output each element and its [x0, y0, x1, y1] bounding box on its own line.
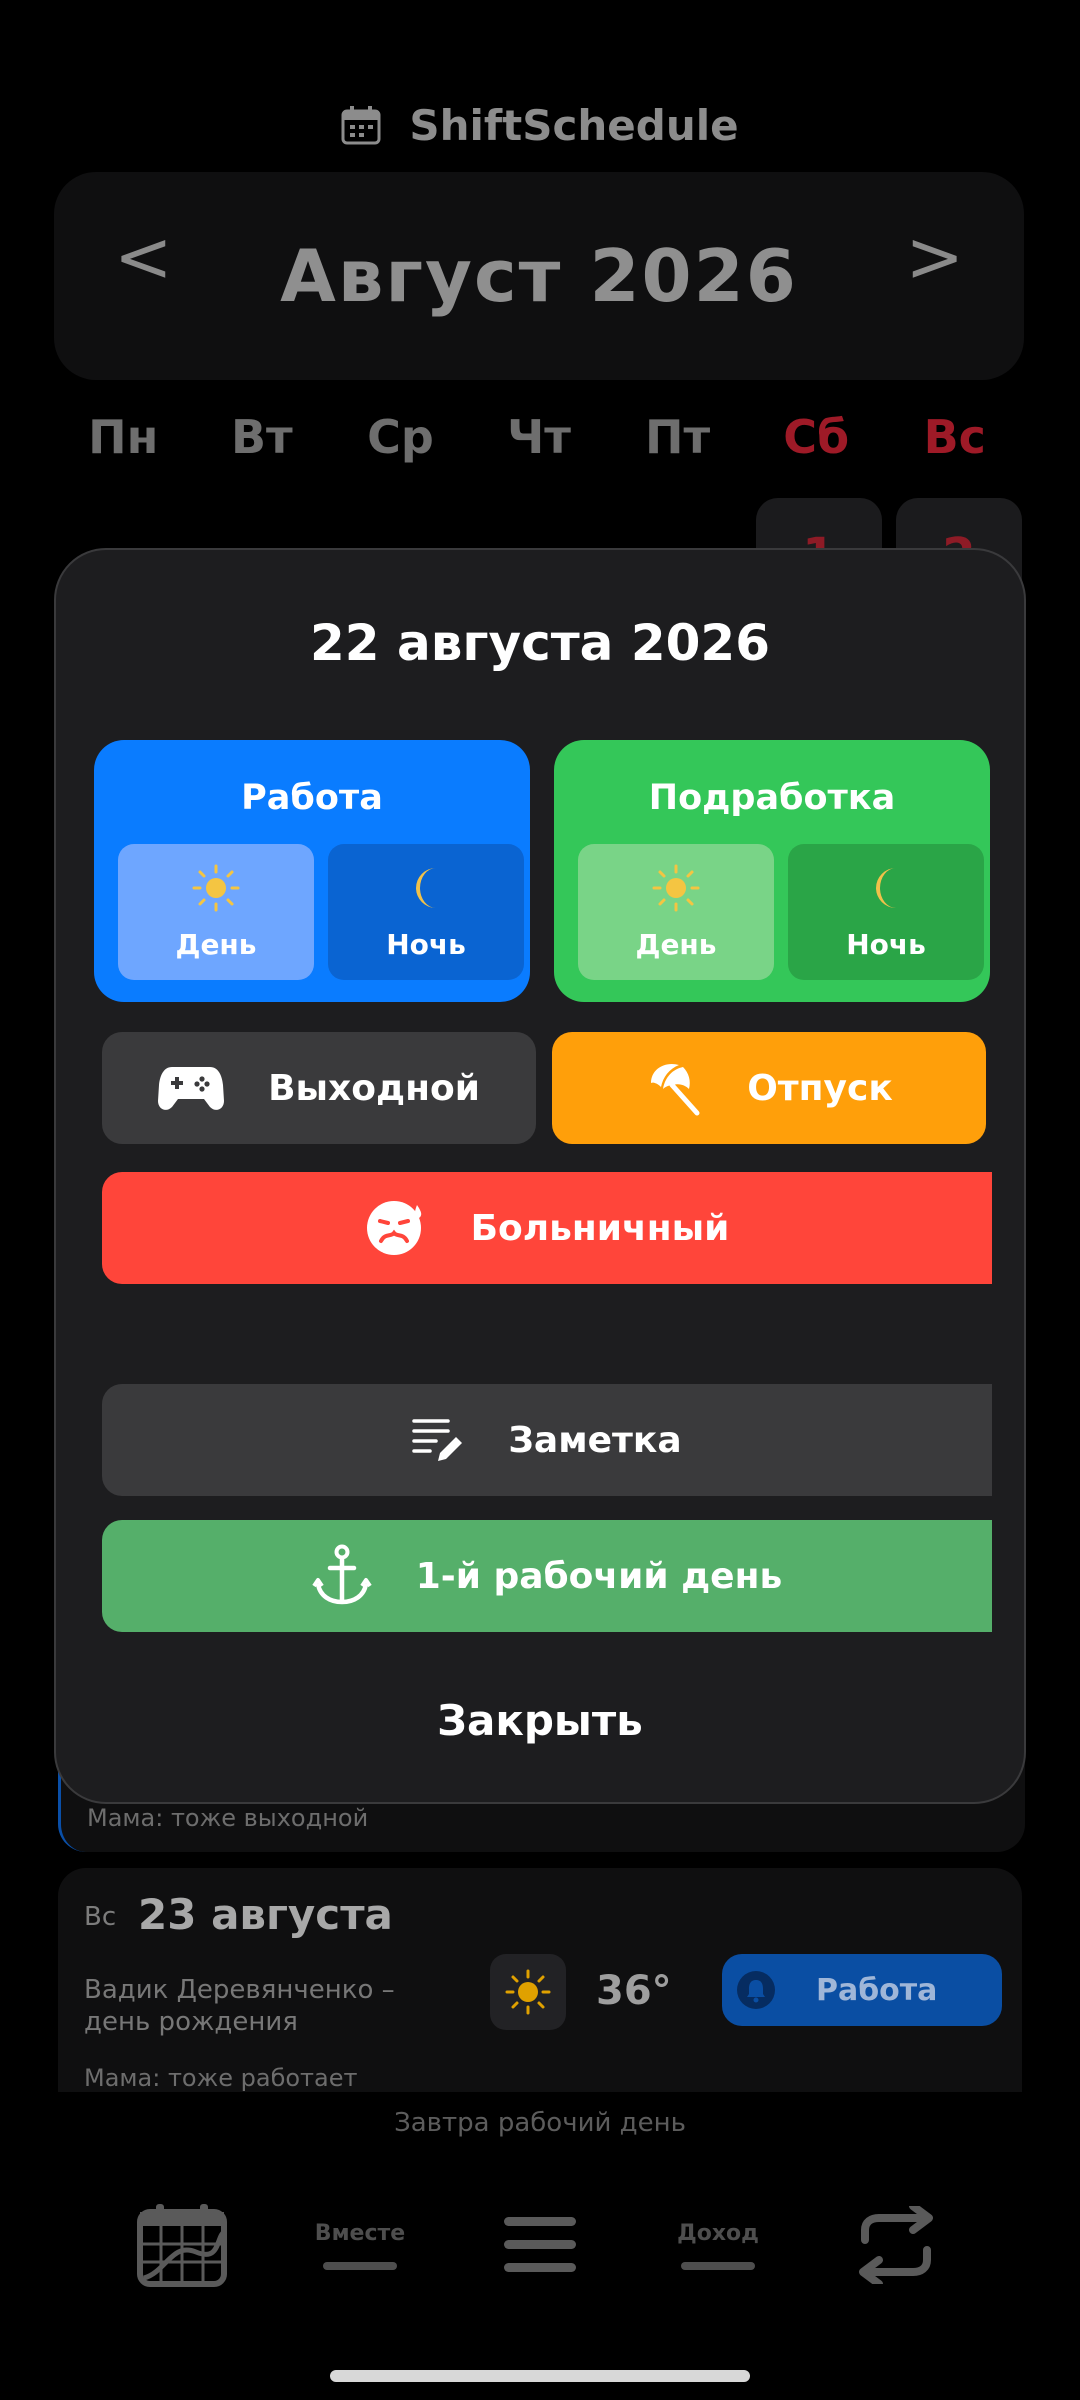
- moon-icon: [876, 868, 896, 908]
- sun-icon: [192, 864, 240, 912]
- vacation-button[interactable]: Отпуск: [552, 1032, 986, 1144]
- work-label: Работа: [241, 778, 383, 818]
- nav-swap[interactable]: [846, 2190, 946, 2300]
- next-month-button[interactable]: >: [905, 222, 964, 292]
- sick-leave-label: Больничный: [470, 1207, 730, 1249]
- swap-arrows-icon: [859, 2206, 933, 2284]
- app-header: ShiftSchedule: [0, 95, 1080, 155]
- event-text: Вадик Деревянченко – день рождения: [84, 1975, 395, 2037]
- day-of-week: Вс: [84, 1902, 117, 1932]
- nav-together[interactable]: Вместе: [300, 2190, 420, 2300]
- calendar-icon: [341, 106, 381, 145]
- side-job-day-button[interactable]: День: [578, 844, 774, 980]
- work-day-button[interactable]: День: [118, 844, 314, 980]
- weekday-mon: Пн: [88, 410, 159, 464]
- day-type-dialog: 22 августа 2026 Работа День Ночь Подрабо…: [54, 548, 1026, 1804]
- temperature: 36°: [596, 1968, 672, 2014]
- status-badge[interactable]: Работа: [722, 1954, 1002, 2026]
- sun-icon: [652, 864, 700, 912]
- sick-face-icon: [366, 1201, 421, 1255]
- menu-button[interactable]: [500, 2190, 580, 2300]
- work-night-label: Ночь: [386, 928, 466, 961]
- weekday-wed: Ср: [367, 410, 434, 464]
- nav-together-label: Вместе: [314, 2220, 406, 2246]
- nav-underline: [681, 2261, 755, 2270]
- weekday-fri: Пт: [645, 410, 711, 464]
- weekday-sat: Сб: [783, 410, 850, 464]
- moon-icon: [416, 868, 436, 908]
- sick-leave-button[interactable]: Больничный: [102, 1172, 992, 1284]
- nav-income-label: Доход: [677, 2220, 759, 2246]
- side-job-night-label: Ночь: [846, 928, 926, 961]
- note-label: Заметка: [508, 1419, 682, 1461]
- app-title: ShiftSchedule: [409, 100, 739, 150]
- note-button[interactable]: Заметка: [102, 1384, 992, 1496]
- day-date: 23 августа: [138, 1890, 393, 1939]
- nav-underline: [323, 2261, 397, 2270]
- nav-income[interactable]: Доход: [668, 2190, 768, 2300]
- calendar-chart-icon: [137, 2204, 227, 2287]
- sun-icon: [505, 1969, 551, 2015]
- day-off-button[interactable]: Выходной: [102, 1032, 536, 1144]
- home-indicator[interactable]: [330, 2370, 750, 2382]
- vacation-label: Отпуск: [747, 1067, 893, 1109]
- bell-icon: [737, 1971, 775, 2009]
- shared-note: Мама: тоже выходной: [87, 1804, 369, 1832]
- status-label: Работа: [816, 1972, 938, 2008]
- first-workday-label: 1-й рабочий день: [415, 1555, 783, 1597]
- work-night-button[interactable]: Ночь: [328, 844, 524, 980]
- beach-umbrella-icon: [651, 1063, 700, 1116]
- day-off-label: Выходной: [268, 1067, 480, 1109]
- side-job-day-label: День: [635, 928, 717, 961]
- note-edit-icon: [412, 1419, 463, 1461]
- anchor-icon: [312, 1544, 372, 1605]
- side-job-label: Подработка: [648, 778, 896, 818]
- close-button[interactable]: Закрыть: [56, 1696, 1024, 1745]
- work-shift-block: Работа День Ночь: [94, 740, 530, 1002]
- weekday-sun: Вс: [923, 410, 986, 464]
- side-job-shift-block: Подработка День Ночь: [554, 740, 990, 1002]
- shared-note: Мама: тоже работает: [84, 2064, 358, 2092]
- first-workday-button[interactable]: 1-й рабочий день: [102, 1520, 992, 1632]
- month-label: Август 2026: [280, 234, 798, 318]
- weekday-tue: Вт: [231, 410, 293, 464]
- weekday-header: Пн Вт Ср Чт Пт Сб Вс: [54, 410, 1024, 470]
- day-card-23[interactable]: Вс 23 августа Вадик Деревянченко – день …: [58, 1868, 1022, 2092]
- hamburger-menu-icon: [504, 2217, 576, 2272]
- dialog-title: 22 августа 2026: [309, 614, 770, 672]
- weekday-thu: Чт: [507, 410, 571, 464]
- tomorrow-status: Завтра рабочий день: [394, 2108, 686, 2138]
- side-job-night-button[interactable]: Ночь: [788, 844, 984, 980]
- nav-calendar[interactable]: [130, 2190, 234, 2300]
- work-day-label: День: [175, 928, 257, 961]
- weather-badge: [490, 1954, 566, 2030]
- month-selector: < Август 2026 >: [54, 172, 1024, 380]
- gamepad-icon: [158, 1067, 225, 1110]
